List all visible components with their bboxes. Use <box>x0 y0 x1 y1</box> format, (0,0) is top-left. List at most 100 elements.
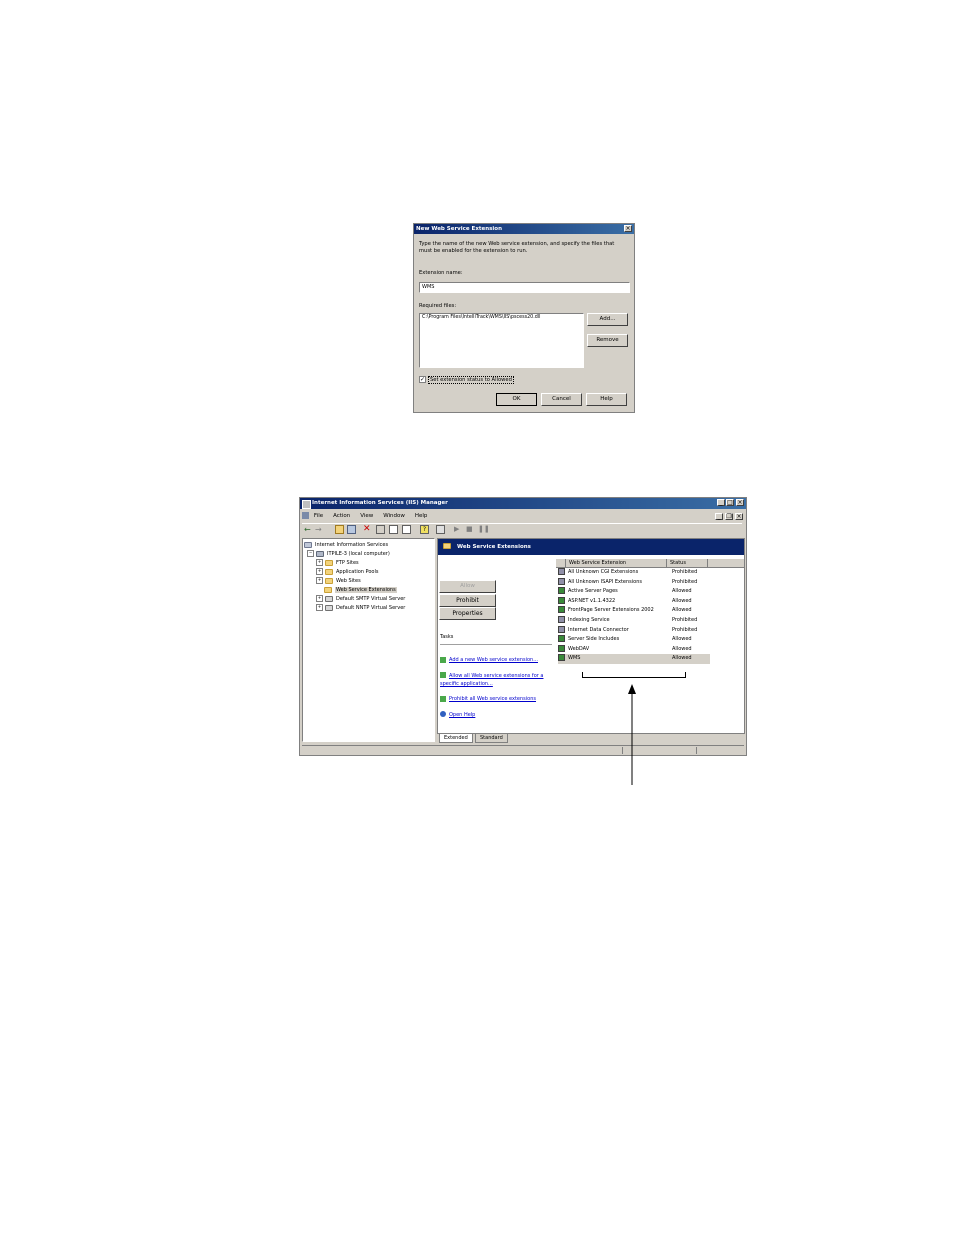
tree-item-nntp[interactable]: + Default NNTP Virtual Server <box>304 604 433 613</box>
delete-icon[interactable]: ✕ <box>363 525 372 534</box>
allow-button[interactable]: Allow <box>439 580 496 593</box>
tree-item-web-sites[interactable]: + Web Sites <box>304 577 433 586</box>
open-help-link[interactable]: Open Help <box>449 712 475 718</box>
child-restore-icon[interactable]: ❐ <box>725 513 734 520</box>
close-icon[interactable]: × <box>736 499 744 506</box>
properties-button[interactable]: Properties <box>439 607 496 620</box>
add-extension-link[interactable]: Add a new Web service extension... <box>449 657 538 663</box>
extension-row[interactable]: All Unknown CGI Extensions Prohibited <box>558 568 710 578</box>
help-button[interactable]: Help <box>586 393 627 406</box>
column-header-name[interactable]: Web Service Extension <box>569 559 626 567</box>
refresh-icon[interactable] <box>389 525 398 534</box>
help-toolbar-icon[interactable]: ? <box>420 525 429 534</box>
prohibit-button[interactable]: Prohibit <box>439 594 496 607</box>
tree-item-web-service-extensions[interactable]: Web Service Extensions <box>304 586 433 595</box>
remove-button[interactable]: Remove <box>587 334 628 347</box>
extension-row[interactable]: Server Side Includes Allowed <box>558 635 710 645</box>
forward-icon[interactable]: → <box>315 525 324 534</box>
add-button[interactable]: Add... <box>587 313 628 326</box>
allowed-extension-icon <box>558 654 565 662</box>
allow-all-link-line1[interactable]: Allow all Web service extensions for a <box>449 673 543 679</box>
tree-computer[interactable]: − ITPILE-3 (local computer) <box>304 550 433 559</box>
extension-name: Server Side Includes <box>568 636 620 643</box>
tree-root[interactable]: Internet Information Services <box>304 541 433 550</box>
annotation-bracket <box>582 672 686 678</box>
extension-row[interactable]: WebDAV Allowed <box>558 644 710 655</box>
menu-help[interactable]: Help <box>415 513 428 519</box>
tree-item-smtp[interactable]: + Default SMTP Virtual Server <box>304 595 433 604</box>
nntp-server-icon <box>325 604 333 611</box>
properties-icon[interactable] <box>376 525 385 534</box>
child-minimize-icon[interactable]: _ <box>715 513 724 520</box>
tree-item-ftp-sites[interactable]: + FTP Sites <box>304 559 433 568</box>
extension-row[interactable]: Indexing Service Prohibited <box>558 616 710 626</box>
required-file-item[interactable]: C:\Program Files\IntelliTrack\WMS\IIS\ps… <box>422 314 583 322</box>
list-header: Web Service Extension Status <box>556 559 744 568</box>
close-icon[interactable]: × <box>624 225 632 232</box>
tab-extended[interactable]: Extended <box>439 734 473 743</box>
add-task-icon <box>440 657 446 663</box>
minimize-icon[interactable]: _ <box>717 499 725 506</box>
menu-window[interactable]: Window <box>383 513 405 519</box>
maximize-icon[interactable]: □ <box>726 499 734 506</box>
computer-icon <box>316 550 324 557</box>
instructions-line2: must be enabled for the extension to run… <box>419 248 528 254</box>
expand-icon[interactable]: + <box>316 577 323 584</box>
extension-status: Prohibited <box>672 626 698 633</box>
prohibit-task-icon <box>440 696 446 702</box>
annotation-arrow <box>628 684 636 785</box>
stop-icon[interactable]: ■ <box>466 525 475 534</box>
extension-name: WMS <box>568 655 581 662</box>
column-header-status[interactable]: Status <box>666 559 686 567</box>
expand-icon[interactable]: + <box>316 604 323 611</box>
status-divider-2 <box>696 747 697 754</box>
extension-row[interactable]: Active Server Pages Allowed <box>558 587 710 597</box>
iis-root-icon <box>304 541 312 548</box>
extension-status: Allowed <box>672 645 692 652</box>
menu-view[interactable]: View <box>360 513 373 519</box>
required-files-list[interactable]: C:\Program Files\IntelliTrack\WMS\IIS\ps… <box>419 313 584 368</box>
allowed-checkbox[interactable]: ✓ <box>419 376 426 383</box>
expand-icon[interactable]: + <box>316 595 323 602</box>
show-tree-icon[interactable] <box>347 525 356 534</box>
collapse-icon[interactable]: − <box>307 550 314 557</box>
prohibited-extension-icon <box>558 568 565 575</box>
allow-task-icon <box>440 672 446 678</box>
prohibit-all-link[interactable]: Prohibit all Web service extensions <box>449 696 536 702</box>
computer-icon[interactable] <box>436 525 445 534</box>
extension-row[interactable]: ASP.NET v1.1.4322 Allowed <box>558 596 710 607</box>
allow-all-link-line2[interactable]: specific application... <box>440 681 493 687</box>
expand-icon[interactable]: + <box>316 559 323 566</box>
cancel-button[interactable]: Cancel <box>541 393 582 406</box>
extension-row[interactable]: All Unknown ISAPI Extensions Prohibited <box>558 577 710 588</box>
tab-standard[interactable]: Standard <box>475 734 508 743</box>
tasks-label: Tasks <box>440 634 454 640</box>
extension-name-input[interactable]: WMS <box>419 282 630 293</box>
extension-status: Allowed <box>672 597 692 604</box>
column-sort-handle[interactable] <box>557 559 566 567</box>
menu-action[interactable]: Action <box>333 513 350 519</box>
ok-button[interactable]: OK <box>496 393 537 406</box>
extension-name-label: Extension name: <box>419 270 463 276</box>
extension-name: All Unknown ISAPI Extensions <box>568 578 642 585</box>
extension-status: Allowed <box>672 607 692 614</box>
prohibited-extension-icon <box>558 625 565 633</box>
play-icon[interactable]: ▶ <box>454 525 463 534</box>
export-list-icon[interactable] <box>402 525 411 534</box>
pause-icon[interactable]: ❚❚ <box>478 525 490 534</box>
tree-item-application-pools[interactable]: + Application Pools <box>304 568 433 577</box>
checkbox-label[interactable]: Set extension status to Allowed <box>428 376 514 384</box>
up-folder-icon[interactable] <box>335 525 344 534</box>
details-pane: Web Service Extensions Allow Prohibit Pr… <box>437 538 745 734</box>
extension-row[interactable]: Internet Data Connector Prohibited <box>558 625 710 636</box>
console-icon <box>302 512 309 519</box>
back-icon[interactable]: ← <box>304 525 313 534</box>
tree-pane: Internet Information Services − ITPILE-3 … <box>302 538 435 742</box>
child-close-icon[interactable]: × <box>735 513 743 520</box>
expand-icon[interactable]: + <box>316 568 323 575</box>
extension-row[interactable]: WMS Allowed <box>558 654 710 664</box>
menu-file[interactable]: File <box>314 513 323 519</box>
panel-title: Web Service Extensions <box>457 544 531 550</box>
extension-row[interactable]: FrontPage Server Extensions 2002 Allowed <box>558 606 710 616</box>
help-task-icon <box>440 711 446 717</box>
